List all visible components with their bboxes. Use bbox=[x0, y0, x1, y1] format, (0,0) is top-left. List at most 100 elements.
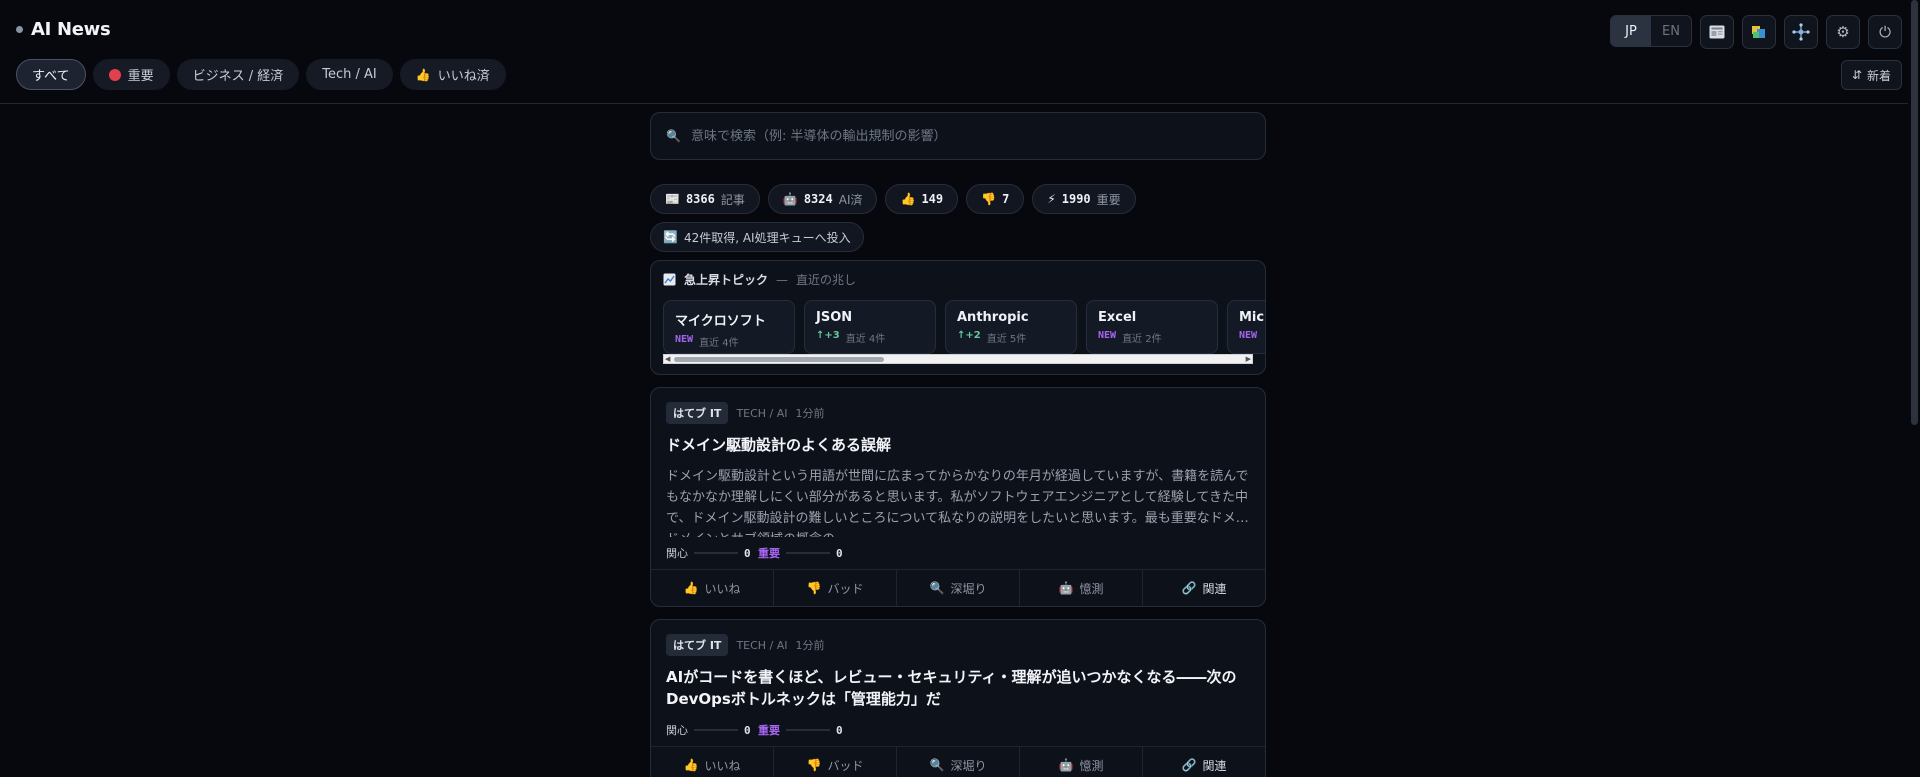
app-title: AI News bbox=[31, 19, 111, 40]
thumbs-up-icon: 👍 bbox=[683, 758, 699, 772]
power-icon: ⏻ bbox=[1879, 23, 1891, 41]
thumbs-up-icon: 👍 bbox=[900, 192, 916, 206]
sort-icon: ⇵ bbox=[1851, 68, 1862, 82]
search-input[interactable] bbox=[690, 128, 1231, 144]
scrollbar-thumb[interactable] bbox=[674, 357, 884, 362]
language-toggle: JP EN bbox=[1610, 15, 1692, 47]
lang-jp[interactable]: JP bbox=[1611, 16, 1651, 46]
chart-up-icon bbox=[663, 273, 676, 286]
bad-button[interactable]: 👎 バッド bbox=[774, 747, 897, 777]
network-button[interactable] bbox=[1784, 15, 1818, 49]
search-icon: 🔍 bbox=[666, 129, 681, 143]
palette-button[interactable] bbox=[1742, 15, 1776, 49]
stat-articles: 📰 8366 記事 bbox=[650, 184, 760, 214]
filter-all[interactable]: すべて bbox=[16, 59, 86, 90]
trending-header: 急上昇トピック — 直近の兆し bbox=[663, 271, 1253, 288]
article-title[interactable]: AIがコードを書くほど、レビュー・セキュリティ・理解が追いつかなくなる――次のD… bbox=[666, 666, 1250, 710]
article-summary: ドメイン駆動設計という用語が世間に広まってからかなりの年月が経過していますが、書… bbox=[666, 469, 1249, 526]
newspaper-button[interactable] bbox=[1700, 15, 1734, 49]
robot-icon: 🤖 bbox=[782, 192, 798, 206]
palette-icon bbox=[1752, 26, 1765, 38]
scroll-right-icon[interactable]: ▶ bbox=[1246, 355, 1251, 364]
stat-likes: 👍 149 bbox=[885, 184, 959, 214]
article-meta: はてブ IT TECH / AI 1分前 bbox=[666, 634, 1250, 656]
stat-dislikes: 👎 7 bbox=[966, 184, 1025, 214]
related-button[interactable]: 🔗 関連 bbox=[1143, 747, 1265, 777]
filter-business[interactable]: ビジネス / 経済 bbox=[176, 59, 300, 90]
timestamp: 1分前 bbox=[795, 407, 825, 420]
interest-bar bbox=[694, 729, 738, 731]
score-row: 関心 0 重要 0 bbox=[666, 546, 843, 561]
filter-liked[interactable]: 👍 いいね済 bbox=[399, 59, 506, 90]
source-badge: はてブ IT bbox=[666, 402, 729, 424]
stats-row: 📰 8366 記事 🤖 8324 AI済 👍 149 👎 7 ⚡ 1990 重要 bbox=[650, 184, 1266, 214]
filter-bar: すべて 重要 ビジネス / 経済 Tech / AI 👍 いいね済 bbox=[16, 59, 506, 90]
article-meta: はてブ IT TECH / AI 1分前 bbox=[666, 402, 1250, 424]
article-card: はてブ IT TECH / AI 1分前 ドメイン駆動設計のよくある誤解 ドメイ… bbox=[650, 387, 1266, 607]
thumbs-down-icon: 👎 bbox=[806, 581, 822, 595]
scroll-left-icon[interactable]: ◀ bbox=[665, 355, 670, 364]
thumbs-up-icon: 👍 bbox=[415, 67, 431, 82]
related-button[interactable]: 🔗 関連 bbox=[1143, 570, 1265, 606]
trend-card[interactable]: JSON ↑+3 直近 4件 bbox=[804, 300, 936, 354]
thumbs-down-icon: 👎 bbox=[981, 192, 997, 206]
interest-bar bbox=[694, 552, 738, 554]
like-button[interactable]: 👍 いいね bbox=[651, 747, 774, 777]
red-dot-icon bbox=[108, 68, 121, 81]
bad-button[interactable]: 👎 バッド bbox=[774, 570, 897, 606]
score-row: 関心 0 重要 0 bbox=[666, 723, 843, 738]
stat-important: ⚡ 1990 重要 bbox=[1032, 184, 1136, 214]
trend-card[interactable]: Mic NEW bbox=[1227, 300, 1265, 354]
brand: AI News bbox=[16, 19, 111, 40]
speculate-button[interactable]: 🤖 憶測 bbox=[1020, 747, 1143, 777]
network-icon bbox=[1792, 23, 1810, 41]
article-actions: 👍 いいね 👎 バッド 🔍 深堀り 🤖 憶測 🔗 関連 bbox=[651, 746, 1265, 777]
category-label: TECH / AI bbox=[736, 638, 788, 652]
trending-title: 急上昇トピック bbox=[684, 273, 769, 287]
article-summary-overflow: ドメインとサブ領域の概念の bbox=[666, 529, 1250, 537]
importance-bar bbox=[786, 552, 830, 554]
link-icon: 🔗 bbox=[1181, 758, 1197, 772]
status-dot-icon bbox=[16, 26, 23, 33]
trending-topics: 急上昇トピック — 直近の兆し マイクロソフト NEW 直近 4件 JSON ↑+… bbox=[650, 260, 1266, 375]
top-toolbar: JP EN ⚙ ⏻ bbox=[1610, 15, 1902, 49]
trend-card[interactable]: マイクロソフト NEW 直近 4件 bbox=[663, 300, 795, 354]
power-button[interactable]: ⏻ bbox=[1868, 15, 1902, 49]
search-box: 🔍 bbox=[650, 112, 1266, 160]
filter-important[interactable]: 重要 bbox=[92, 59, 170, 90]
page-scrollbar[interactable] bbox=[1908, 0, 1920, 777]
article-card: はてブ IT TECH / AI 1分前 AIがコードを書くほど、レビュー・セキ… bbox=[650, 619, 1266, 777]
gear-icon: ⚙ bbox=[1836, 23, 1850, 41]
newspaper-icon bbox=[1709, 25, 1725, 39]
trend-card[interactable]: Anthropic ↑+2 直近 5件 bbox=[945, 300, 1077, 354]
page-scrollbar-thumb[interactable] bbox=[1911, 0, 1918, 425]
refresh-icon: 🔄 bbox=[663, 230, 678, 244]
sort-button[interactable]: ⇵ 新着 bbox=[1840, 60, 1902, 90]
trend-card[interactable]: Excel NEW 直近 2件 bbox=[1086, 300, 1218, 354]
category-label: TECH / AI bbox=[736, 406, 788, 420]
like-button[interactable]: 👍 いいね bbox=[651, 570, 774, 606]
speculate-button[interactable]: 🤖 憶測 bbox=[1020, 570, 1143, 606]
lightning-icon: ⚡ bbox=[1047, 192, 1056, 206]
queue-status: 🔄 42件取得, AI処理キューへ投入 bbox=[650, 222, 864, 252]
trending-scrollbar[interactable]: ◀ ▶ bbox=[663, 354, 1253, 364]
deep-dive-button[interactable]: 🔍 深堀り bbox=[897, 747, 1020, 777]
trending-list: マイクロソフト NEW 直近 4件 JSON ↑+3 直近 4件 Anthropic… bbox=[663, 300, 1265, 354]
search-icon: 🔍 bbox=[929, 581, 945, 595]
timestamp: 1分前 bbox=[795, 639, 825, 652]
stat-ai-processed: 🤖 8324 AI済 bbox=[767, 184, 878, 214]
article-title[interactable]: ドメイン駆動設計のよくある誤解 bbox=[666, 434, 1250, 456]
importance-bar bbox=[786, 729, 830, 731]
robot-icon: 🤖 bbox=[1058, 758, 1074, 772]
thumbs-up-icon: 👍 bbox=[683, 581, 699, 595]
settings-button[interactable]: ⚙ bbox=[1826, 15, 1860, 49]
main-column: 🔍 📰 8366 記事 🤖 8324 AI済 👍 149 👎 7 ⚡ 1990 … bbox=[650, 112, 1266, 777]
article-actions: 👍 いいね 👎 バッド 🔍 深堀り 🤖 憶測 🔗 関連 bbox=[651, 569, 1265, 606]
lang-en[interactable]: EN bbox=[1651, 16, 1691, 46]
app-header: AI News すべて 重要 ビジネス / 経済 Tech / AI 👍 いいね… bbox=[0, 0, 1920, 104]
link-icon: 🔗 bbox=[1181, 581, 1197, 595]
deep-dive-button[interactable]: 🔍 深堀り bbox=[897, 570, 1020, 606]
robot-icon: 🤖 bbox=[1058, 581, 1074, 595]
trending-subtitle: 直近の兆し bbox=[796, 273, 857, 287]
filter-tech-ai[interactable]: Tech / AI bbox=[306, 59, 393, 90]
